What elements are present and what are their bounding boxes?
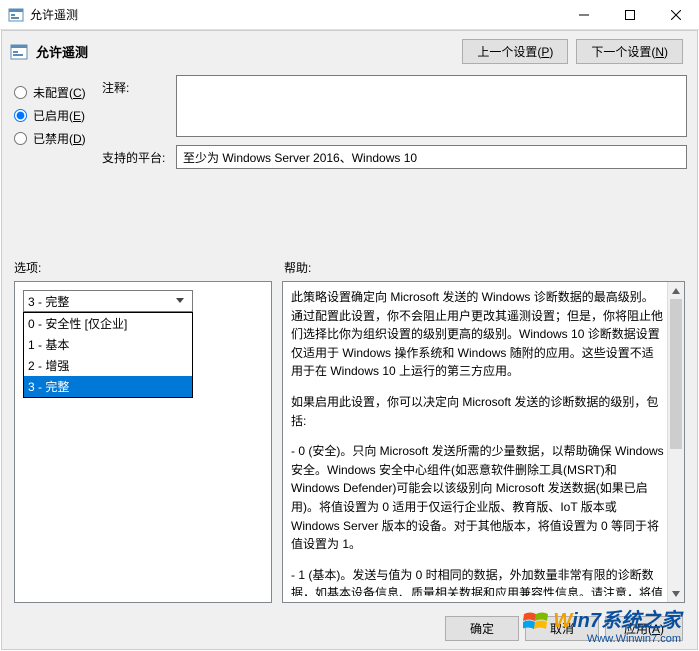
close-button[interactable] xyxy=(653,0,699,30)
previous-setting-button[interactable]: 上一个设置(P) xyxy=(462,39,568,64)
help-text: 此策略设置确定向 Microsoft 发送的 Windows 诊断数据的最高级别… xyxy=(291,288,664,596)
policy-icon xyxy=(10,43,28,61)
radio-enabled[interactable] xyxy=(14,109,27,122)
next-setting-button[interactable]: 下一个设置(N) xyxy=(576,39,683,64)
client-area: 允许遥测 上一个设置(P) 下一个设置(N) 未配置(C) 已启用(E) 已禁用… xyxy=(1,30,698,650)
options-panel: 3 - 完整 0 - 安全性 [仅企业] 1 - 基本 2 - 增强 3 - 完… xyxy=(14,281,272,603)
maximize-button[interactable] xyxy=(607,0,653,30)
telemetry-level-combobox[interactable]: 3 - 完整 xyxy=(23,290,193,312)
comment-textarea[interactable] xyxy=(176,75,687,137)
help-label: 帮助: xyxy=(284,259,685,276)
telemetry-level-dropdown: 0 - 安全性 [仅企业] 1 - 基本 2 - 增强 3 - 完整 xyxy=(23,312,193,398)
radio-enabled-label[interactable]: 已启用(E) xyxy=(33,107,85,124)
apply-button[interactable]: 应用(A) xyxy=(605,616,683,641)
title-bar: 允许遥测 xyxy=(0,0,699,30)
cancel-button[interactable]: 取消 xyxy=(525,616,599,641)
radio-not-configured-label[interactable]: 未配置(C) xyxy=(33,84,86,101)
comment-label: 注释: xyxy=(102,75,176,96)
options-label: 选项: xyxy=(14,259,284,276)
scroll-down-button[interactable] xyxy=(668,585,684,602)
chevron-down-icon xyxy=(172,298,188,304)
dropdown-item-1[interactable]: 1 - 基本 xyxy=(24,334,192,355)
dropdown-item-3[interactable]: 3 - 完整 xyxy=(24,376,192,397)
header-title: 允许遥测 xyxy=(36,42,462,61)
dropdown-item-2[interactable]: 2 - 增强 xyxy=(24,355,192,376)
combobox-selected-text: 3 - 完整 xyxy=(28,293,69,310)
supported-platform-box: 至少为 Windows Server 2016、Windows 10 xyxy=(176,145,687,169)
scroll-thumb[interactable] xyxy=(670,299,682,449)
window-icon xyxy=(8,7,24,23)
help-panel: 此策略设置确定向 Microsoft 发送的 Windows 诊断数据的最高级别… xyxy=(282,281,685,603)
minimize-button[interactable] xyxy=(561,0,607,30)
platform-label: 支持的平台: xyxy=(102,145,176,169)
radio-disabled-label[interactable]: 已禁用(D) xyxy=(33,130,86,147)
window-title: 允许遥测 xyxy=(30,6,561,23)
radio-disabled[interactable] xyxy=(14,132,27,145)
dropdown-item-0[interactable]: 0 - 安全性 [仅企业] xyxy=(24,313,192,334)
scroll-up-button[interactable] xyxy=(668,282,684,299)
ok-button[interactable]: 确定 xyxy=(445,616,519,641)
help-scrollbar[interactable] xyxy=(667,282,684,602)
radio-not-configured[interactable] xyxy=(14,86,27,99)
